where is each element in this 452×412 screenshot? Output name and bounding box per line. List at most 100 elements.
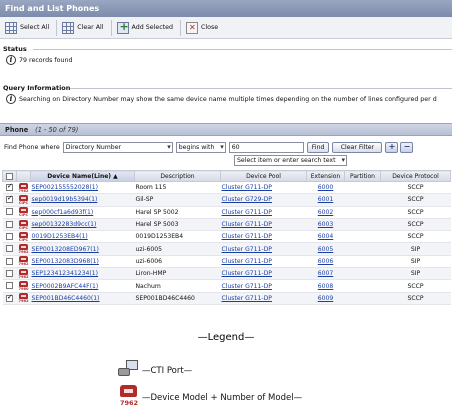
close-icon (186, 21, 199, 34)
description-column-header[interactable]: Description (134, 170, 221, 182)
find-value-input[interactable]: 60 (228, 141, 304, 153)
device-name-column-header[interactable]: Device Name(Line) ▲ (30, 170, 135, 182)
table-row[interactable]: 7962SEP002155552028(1) Room 115Cluster G7… (2, 181, 451, 195)
phone-table: Device Name(Line) ▲ Description Device P… (2, 170, 451, 305)
add-criteria-icon[interactable]: + (385, 141, 399, 153)
device-pool-link[interactable]: Cluster G711-DP (222, 258, 273, 265)
device-pool-cell: Cluster G711-DP (220, 218, 307, 232)
device-name-link[interactable]: sep000cf1a6d93f(1) (32, 209, 94, 216)
extension-link[interactable]: 6002 (318, 209, 334, 216)
find-row: Find Phone where Directory Number begins… (4, 141, 415, 153)
device-pool-link[interactable]: Cluster G711-DP (222, 270, 273, 277)
device-pool-link[interactable]: Cluster G711-DP (222, 233, 273, 240)
legend-cti-row: —CTI Port— (118, 360, 192, 382)
phone-range: (1 - 50 of 79) (35, 126, 79, 134)
partition-cell (344, 292, 381, 305)
legend-model-label: —Device Model + Number of Model— (142, 393, 303, 403)
device-name-link[interactable]: 0019D1253EB4(1) (32, 233, 88, 240)
extension-link[interactable]: 6008 (318, 283, 334, 290)
clear-filter-button[interactable]: Clear Filter (332, 141, 383, 153)
extension-cell: 6007 (306, 267, 345, 281)
device-pool-link[interactable]: Cluster G711-DP (222, 209, 273, 216)
extension-column-header[interactable]: Extension (306, 170, 345, 182)
device-name-link[interactable]: SEP0013208ED967(1) (32, 246, 99, 253)
table-row[interactable]: CIPC 0019D1253EB4(1) 0019D1253EB4 Cluster G… (2, 230, 451, 244)
extension-link[interactable]: 6009 (318, 295, 334, 302)
find-field-select[interactable]: Directory Number (62, 141, 173, 153)
table-row[interactable]: 7962SEP001BD46C4460(1) SEP001BD46C4460Clu… (2, 292, 451, 305)
table-row[interactable]: CIPC sep00132283d9cc(1) Harel SP 5003 Clust… (2, 218, 451, 232)
status-divider (33, 49, 452, 50)
row-checkbox[interactable] (6, 220, 13, 228)
clear-all-icon (62, 21, 75, 34)
partition-cell (344, 206, 381, 219)
phone-model-icon: 7962 (18, 256, 29, 266)
description-cell: uzi-6005 (134, 242, 221, 256)
device-name-link[interactable]: SEP123412341234(1) (32, 270, 99, 277)
device-pool-link[interactable]: Cluster G711-DP (222, 283, 273, 290)
device-name-cell: sep00132283d9cc(1) (30, 218, 135, 232)
device-pool-column-header[interactable]: Device Pool (220, 170, 307, 182)
row-select-cell (2, 255, 17, 269)
extension-link[interactable]: 6007 (318, 270, 334, 277)
device-name-link[interactable]: SEP0002B9AFC44F(1) (32, 283, 99, 290)
device-name-link[interactable]: sep00132283d9cc(1) (32, 221, 97, 228)
cti-port-icon (118, 360, 140, 382)
device-name-link[interactable]: SEP002155552028(1) (32, 184, 99, 191)
row-checkbox[interactable] (6, 233, 13, 241)
row-select-cell (2, 292, 17, 305)
select-all-icon (5, 21, 17, 34)
device-pool-cell: Cluster G711-DP (220, 181, 307, 195)
row-checkbox[interactable] (6, 182, 13, 191)
device-pool-link[interactable]: Cluster G729-DP (222, 196, 273, 203)
extension-link[interactable]: 6003 (318, 221, 334, 228)
table-row[interactable]: CIPC sep000cf1a6d93f(1) Harel SP 5002 Clust… (2, 206, 451, 219)
table-row[interactable]: 7962 SEP123412341234(1) Liron-HMP Cluster G… (2, 267, 451, 281)
partition-cell (344, 255, 381, 269)
row-select-cell (2, 230, 17, 244)
device-name-link[interactable]: SEP00132083D968(1) (32, 258, 99, 265)
row-checkbox[interactable] (6, 257, 13, 265)
close-button[interactable]: Close (184, 19, 222, 37)
extension-link[interactable]: 6006 (318, 258, 334, 265)
phone-model-cell: CIPC (16, 193, 31, 207)
table-row[interactable]: 7960 SEP0002B9AFC44F(1) Nachum Cluster G711… (2, 279, 451, 293)
device-protocol-column-header[interactable]: Device Protocol (380, 170, 451, 182)
device-name-header-label: Device Name(Line) (47, 172, 112, 180)
device-pool-cell: Cluster G711-DP (220, 279, 307, 293)
extension-link[interactable]: 6004 (318, 233, 334, 240)
extension-cell: 6006 (306, 255, 345, 269)
extension-link[interactable]: 6000 (318, 184, 334, 191)
phone-heading: Phone (5, 126, 29, 134)
remove-criteria-icon[interactable]: − (400, 141, 414, 153)
row-checkbox[interactable] (6, 269, 13, 277)
row-checkbox[interactable] (6, 282, 13, 290)
clear-all-button[interactable]: Clear All (60, 19, 107, 37)
find-button[interactable]: Find (306, 141, 330, 153)
row-checkbox[interactable] (6, 293, 13, 302)
device-pool-link[interactable]: Cluster G711-DP (222, 184, 273, 191)
device-name-link[interactable]: SEP001BD46C4460(1) (32, 295, 100, 302)
extension-link[interactable]: 6001 (318, 196, 334, 203)
query-message: Searching on Directory Number may show t… (19, 95, 437, 103)
close-label: Close (201, 24, 219, 31)
row-checkbox[interactable] (6, 208, 13, 216)
table-row[interactable]: 7962 SEP00132083D968(1) uzi-6006 Cluster G7… (2, 255, 451, 269)
protocol-cell: SCCP (380, 292, 451, 305)
row-checkbox[interactable] (6, 194, 13, 204)
extension-link[interactable]: 6005 (318, 246, 334, 253)
device-pool-link[interactable]: Cluster G711-DP (222, 221, 273, 228)
add-selected-button[interactable]: Add Selected (115, 19, 178, 37)
device-name-link[interactable]: sep0019d19b5394(1) (32, 196, 98, 203)
secondary-search-select[interactable]: Select item or enter search text (234, 155, 347, 166)
row-checkbox[interactable] (6, 245, 13, 253)
find-operator-select[interactable]: begins with (175, 141, 226, 153)
device-pool-link[interactable]: Cluster G711-DP (222, 295, 273, 302)
select-all-button[interactable]: Select All (3, 19, 53, 37)
table-row[interactable]: CIPCsep0019d19b5394(1) Gil-SPCluster G729… (2, 193, 451, 207)
partition-column-header[interactable]: Partition (344, 170, 381, 182)
select-all-checkbox[interactable] (6, 172, 13, 180)
protocol-cell: SIP (380, 255, 451, 269)
table-row[interactable]: 7962 SEP0013208ED967(1) uzi-6005 Cluster G7… (2, 242, 451, 256)
device-pool-link[interactable]: Cluster G711-DP (222, 246, 273, 253)
